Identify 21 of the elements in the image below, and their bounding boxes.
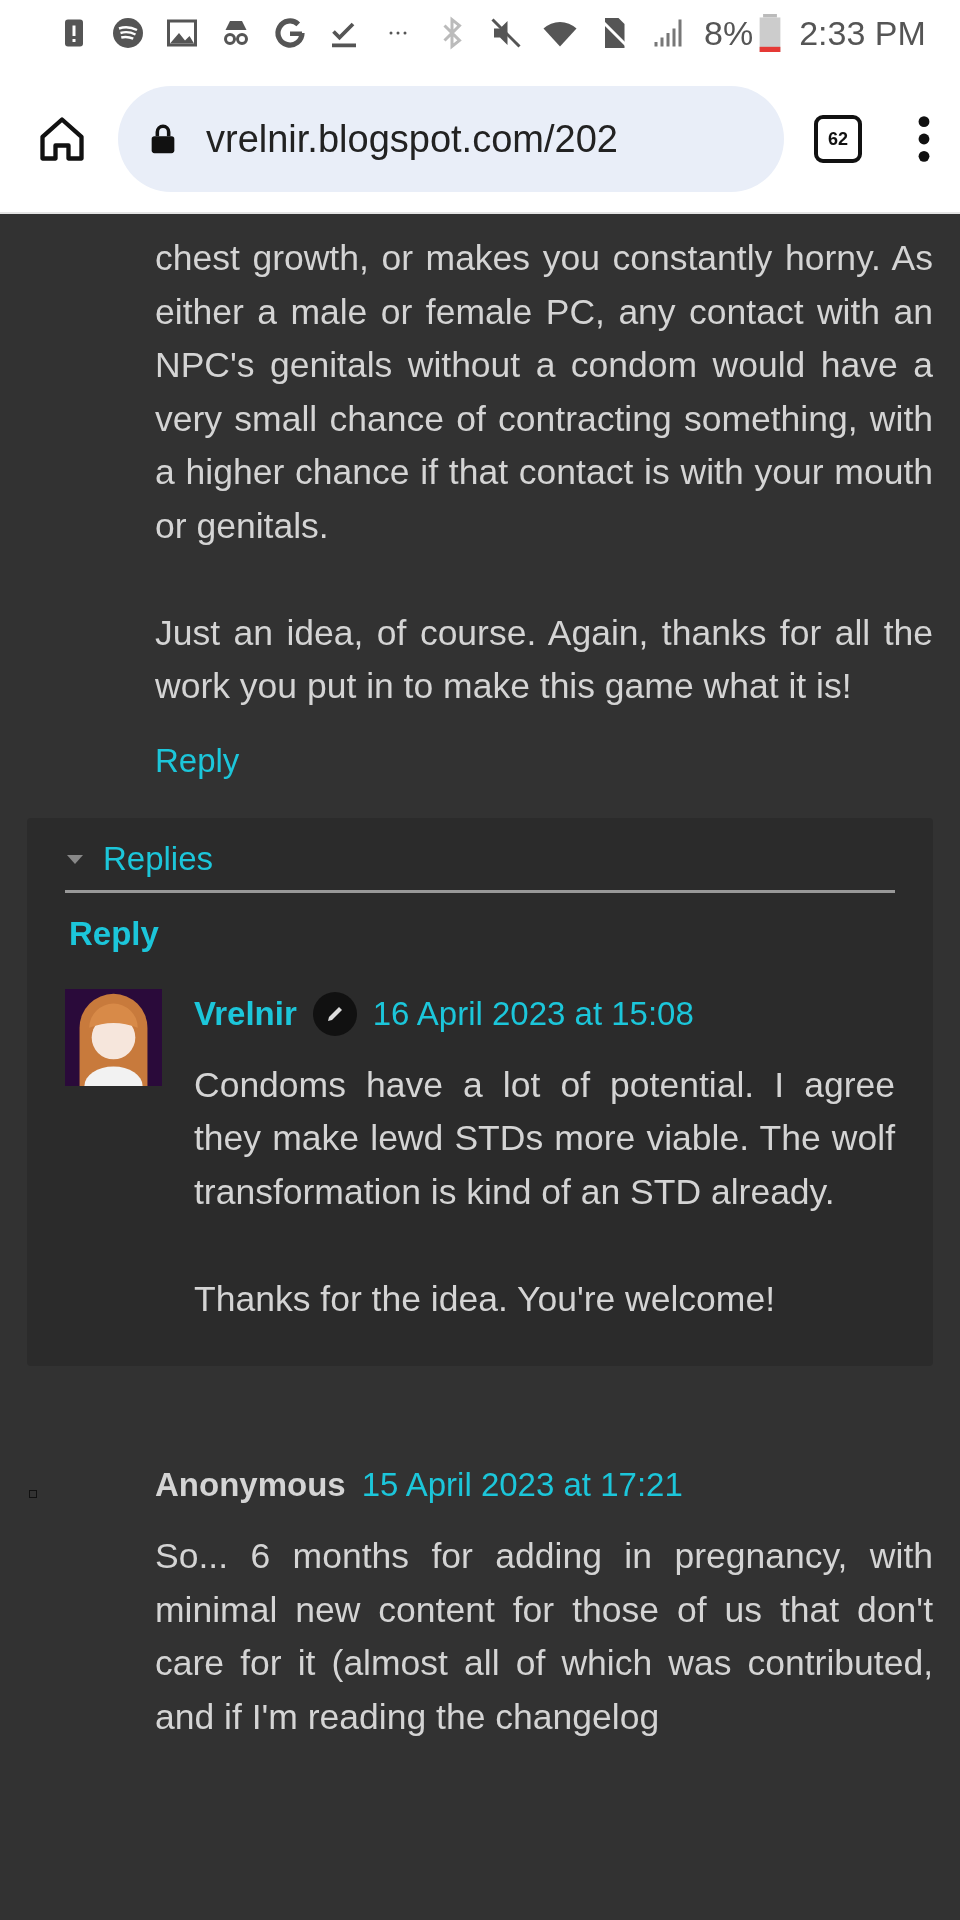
comment-date[interactable]: 15 April 2023 at 17:21	[361, 1466, 683, 1504]
author-name: Anonymous	[155, 1466, 346, 1504]
comment-text: Just an idea, of course. Again, thanks for all the work you put in to make this game what it is!	[155, 611, 933, 708]
address-bar[interactable]: vrelnir.blogspot.com/202	[118, 86, 784, 192]
reply-link[interactable]: Reply	[69, 914, 159, 953]
avatar-placeholder-icon	[29, 1490, 37, 1498]
battery-percentage: 8%	[704, 13, 754, 53]
tab-count-button[interactable]: 62	[814, 115, 862, 163]
battery-icon	[759, 14, 782, 52]
reply-link[interactable]: Reply	[155, 741, 240, 780]
clock-time: 2:33 PM	[799, 13, 926, 53]
author-name[interactable]: Vrelnir	[194, 994, 297, 1033]
comment-text: Thanks for the idea. You're welcome!	[194, 1277, 777, 1321]
comment-text: chest growth, or makes you constantly horny. As either a male or female PC, any contact with an NPC's genitals without a condom would have a very small chance of contracting something, with a higher chance if that contact is with your mouth or genitals.	[155, 237, 933, 548]
menu-icon	[916, 113, 932, 165]
replies-toggle[interactable]: Replies	[103, 839, 214, 878]
google-icon	[272, 15, 308, 51]
comment-text: So... 6 months for adding in pregnancy, with minimal new content for those of us that don't care for it (almost all of which was contributed, and if I'm reading the changelog	[155, 1535, 933, 1739]
music-icon	[110, 15, 146, 51]
comment-text: Condoms have a lot of potential. I agree they make lewd STDs more viable. The wolf transformation is kind of an STD already.	[194, 1063, 895, 1214]
comment-date[interactable]: 16 April 2023 at 15:08	[372, 994, 694, 1033]
